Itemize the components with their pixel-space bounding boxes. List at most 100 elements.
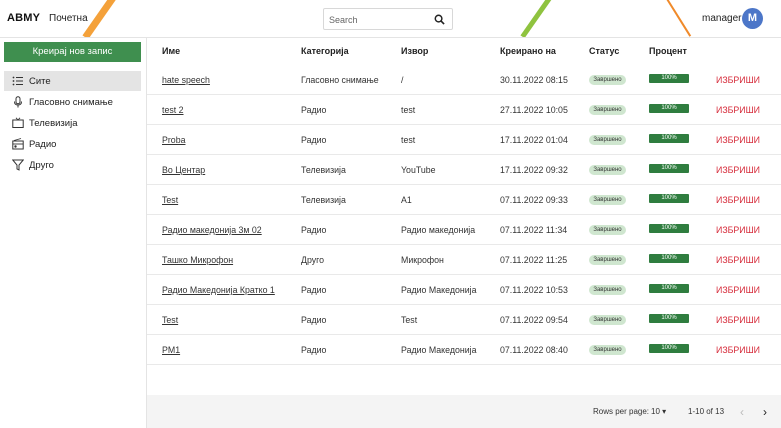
record-name-link[interactable]: Во Центар [162,165,205,175]
nav-home-link[interactable]: Почетна [49,13,88,24]
search-box[interactable] [323,8,453,30]
delete-button[interactable]: ИЗБРИШИ [716,195,760,205]
avatar[interactable]: M [742,8,763,29]
status-badge: Завршено [589,285,626,295]
sidebar-item-other[interactable]: Друго [4,155,141,175]
status-badge: Завршено [589,255,626,265]
record-name-link[interactable]: test 2 [162,105,184,115]
delete-button[interactable]: ИЗБРИШИ [716,255,760,265]
tv-icon [12,117,24,128]
records-table: Име Категорија Извор Креирано на Статус … [147,38,781,428]
record-created-date: 30.11.2022 08:15 [500,75,568,85]
record-created-date: 07.11.2022 11:34 [500,225,568,235]
record-source: / [401,75,404,85]
record-name-link[interactable]: PM1 [162,345,180,355]
status-badge: Завршено [589,225,626,235]
record-source: Радио Македонија [401,285,477,295]
record-category: Радио [301,345,327,355]
sidebar-item-all[interactable]: Сите [4,71,141,91]
record-source: A1 [401,195,412,205]
status-badge: Завршено [589,315,626,325]
microphone-icon [14,96,22,108]
column-header-category[interactable]: Категорија [301,46,349,56]
record-source: Микрофон [401,255,444,265]
chevron-left-icon[interactable]: ‹ [740,405,744,419]
delete-button[interactable]: ИЗБРИШИ [716,105,760,115]
status-badge: Завршено [589,75,626,85]
delete-button[interactable]: ИЗБРИШИ [716,165,760,175]
status-badge: Завршено [589,135,626,145]
delete-button[interactable]: ИЗБРИШИ [716,315,760,325]
record-created-date: 17.11.2022 01:04 [500,135,568,145]
record-created-date: 17.11.2022 09:32 [500,165,568,175]
record-source: Test [401,315,418,325]
column-header-source[interactable]: Извор [401,46,428,56]
search-input[interactable] [329,12,429,27]
record-created-date: 07.11.2022 10:53 [500,285,568,295]
record-created-date: 07.11.2022 09:54 [500,315,568,325]
column-header-percent[interactable]: Процент [649,46,687,56]
record-name-link[interactable]: Test [162,315,178,325]
table-row: Proba Радио test 17.11.2022 01:04 Завршено 10… [147,125,781,155]
progress-bar: 100% [649,194,689,203]
pagination-range: 1-10 of 13 [688,407,725,416]
record-created-date: 27.11.2022 10:05 [500,105,568,115]
delete-button[interactable]: ИЗБРИШИ [716,285,760,295]
status-badge: Завршено [589,105,626,115]
table-row: Радио македонија 3м 02 Радио Радио македон… [147,215,781,245]
search-icon[interactable] [434,14,445,25]
delete-button[interactable]: ИЗБРИШИ [716,135,760,145]
create-record-button[interactable]: Креирај нов запис [4,42,141,62]
brand-logo[interactable]: ABMY [7,12,40,24]
list-icon [12,76,23,86]
record-category: Радио [301,315,327,325]
chevron-right-icon[interactable]: › [763,405,767,419]
sidebar-item-label: Радио [29,138,57,150]
record-name-link[interactable]: hate speech [162,75,210,85]
sidebar-item-label: Телевизија [29,117,78,129]
record-name-link[interactable]: Ташко Микрофон [162,255,233,265]
progress-bar: 100% [649,224,689,233]
progress-bar: 100% [649,344,689,353]
record-source: Радио македонија [401,225,476,235]
delete-button[interactable]: ИЗБРИШИ [716,345,760,355]
pagination-bar: Rows per page: 10 ▾ 1-10 of 13 ‹ › [147,395,781,428]
record-category: Радио [301,135,327,145]
rows-per-page-select[interactable]: 10 ▾ [651,407,666,416]
progress-bar: 100% [649,74,689,83]
sidebar-item-label: Сите [29,75,51,87]
status-badge: Завршено [589,165,626,175]
status-badge: Завршено [589,345,626,355]
record-name-link[interactable]: Proba [162,135,185,145]
record-category: Радио [301,225,327,235]
record-name-link[interactable]: Test [162,195,178,205]
delete-button[interactable]: ИЗБРИШИ [716,75,760,85]
table-row: Test Телевизија A1 07.11.2022 09:33 Завршено… [147,185,781,215]
sidebar-item-radio[interactable]: Радио [4,134,141,154]
table-row: Ташко Микрофон Друго Микрофон 07.11.2022 11… [147,245,781,275]
record-source: test [401,105,416,115]
record-name-link[interactable]: Радио македонија 3м 02 [162,225,262,235]
column-header-status[interactable]: Статус [589,46,619,56]
sidebar-item-voice-recording[interactable]: Гласовно снимање [4,92,141,112]
record-created-date: 07.11.2022 08:40 [500,345,568,355]
column-header-name[interactable]: Име [162,46,180,56]
sidebar-item-television[interactable]: Телевизија [4,113,141,133]
record-source: Радио Македонија [401,345,477,355]
progress-bar: 100% [649,134,689,143]
progress-bar: 100% [649,164,689,173]
progress-bar: 100% [649,104,689,113]
delete-button[interactable]: ИЗБРИШИ [716,225,760,235]
record-category: Гласовно снимање [301,75,379,85]
table-row: test 2 Радио test 27.11.2022 10:05 Завршено 1… [147,95,781,125]
record-category: Друго [301,255,325,265]
progress-bar: 100% [649,254,689,263]
column-header-created[interactable]: Креирано на [500,46,556,56]
user-name[interactable]: manager [702,13,741,24]
record-source: YouTube [401,165,436,175]
decorative-stripe [520,0,553,37]
rows-per-page-label: Rows per page: [593,407,650,416]
status-badge: Завршено [589,195,626,205]
record-category: Радио [301,285,327,295]
record-name-link[interactable]: Радио Македонија Кратко 1 [162,285,275,295]
